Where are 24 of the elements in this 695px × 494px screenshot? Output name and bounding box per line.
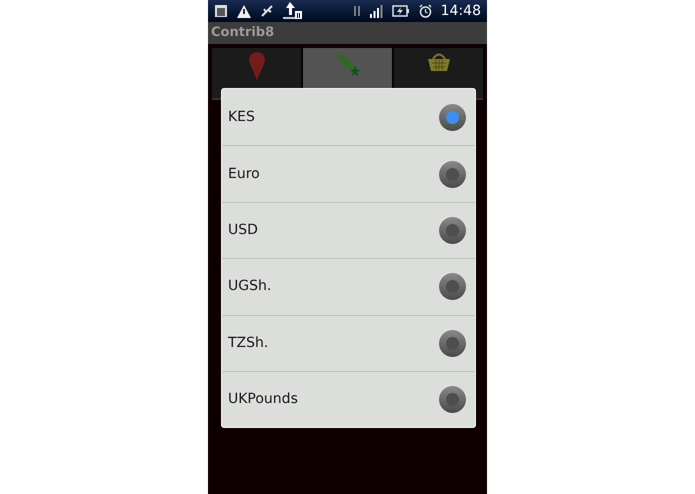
warning-icon — [237, 4, 251, 18]
map-pin-icon — [248, 52, 266, 80]
radio-button[interactable] — [439, 273, 466, 300]
upload-icon — [283, 2, 303, 20]
app-title: Contrib8 — [211, 24, 274, 42]
calendar-icon — [214, 4, 228, 18]
radio-button[interactable] — [439, 330, 466, 357]
basket-icon — [426, 52, 450, 72]
data-arrows-icon — [352, 4, 361, 18]
currency-option[interactable]: TZSh. — [222, 314, 475, 371]
battery-charging-icon — [392, 5, 410, 17]
status-time: 14:48 — [440, 2, 481, 20]
currency-option[interactable]: UKPounds — [222, 370, 475, 428]
currency-option[interactable]: USD — [222, 202, 475, 258]
currency-option[interactable]: UGSh. — [222, 258, 475, 315]
currency-option[interactable]: Euro — [222, 145, 475, 202]
currency-option[interactable]: KES — [222, 89, 475, 146]
radio-button[interactable] — [439, 160, 466, 188]
signal-bars-icon — [370, 4, 383, 18]
radio-button[interactable] — [439, 104, 466, 131]
arrow-star-icon — [336, 52, 360, 76]
radio-button[interactable] — [439, 386, 466, 414]
alarm-clock-icon — [418, 4, 432, 18]
radio-button[interactable] — [439, 216, 466, 244]
